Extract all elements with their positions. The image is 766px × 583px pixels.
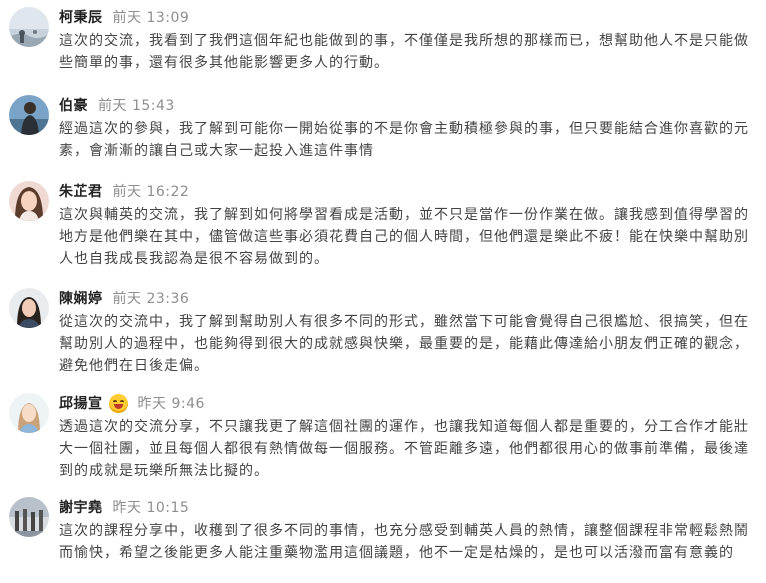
comment-text: 從這次的交流中，我了解到幫助別人有很多不同的形式，雖然當下可能會覺得自己很尷尬、… [59,314,749,374]
comment-time: 前天 15:43 [98,98,175,114]
comment-text: 這次的課程分享中，收穫到了很多不同的事情，也充分感受到輔英人員的熱情，讓整個課程… [59,523,749,561]
comment-text: 透過這次的交流分享，不只讓我更了解這個社團的運作，也讓我知道每個人都是重要的，分… [59,419,749,479]
comment-time: 前天 13:09 [112,10,190,26]
avatar-photo-icon [9,393,49,433]
commenter-name[interactable]: 陳娴婷 [59,288,103,308]
smiling-emoji-icon [108,393,128,413]
avatar[interactable] [9,95,49,135]
avatar-photo-icon [9,497,49,537]
comment-time: 昨天 10:15 [112,500,190,516]
commenter-name[interactable]: 謝宇堯 [59,497,103,517]
avatar[interactable] [9,181,49,221]
comment-text: 經過這次的參與，我了解到可能你一開始從事的不是你會主動積極參與的事，但只要能結合… [59,121,749,159]
commenter-name[interactable]: 伯豪 [59,95,88,115]
comment-time: 前天 16:22 [112,184,190,200]
comment-text: 這次與輔英的交流，我了解到如何將學習看成是活動，並不只是當作一份作業在做。讓我感… [59,207,749,267]
avatar-photo-icon [9,288,49,328]
comment-time: 昨天 9:46 [137,396,205,412]
avatar[interactable] [9,288,49,328]
commenter-name[interactable]: 朱芷君 [59,181,103,201]
avatar-photo-icon [9,95,49,135]
avatar-photo-icon [9,7,49,47]
comment-time: 前天 23:36 [112,291,190,307]
avatar[interactable] [9,497,49,537]
avatar[interactable] [9,393,49,433]
commenter-name[interactable]: 柯秉辰 [59,7,103,27]
avatar-photo-icon [9,181,49,221]
commenter-name[interactable]: 邱揚宣 [59,393,103,413]
comment-text: 這次的交流，我看到了我們這個年紀也能做到的事，不僅僅是我所想的那樣而已，想幫助他… [59,33,749,71]
avatar[interactable] [9,7,49,47]
comment-feed: 柯秉辰 前天 13:09 這次的交流，我看到了我們這個年紀也能做到的事，不僅僅是… [0,0,766,583]
